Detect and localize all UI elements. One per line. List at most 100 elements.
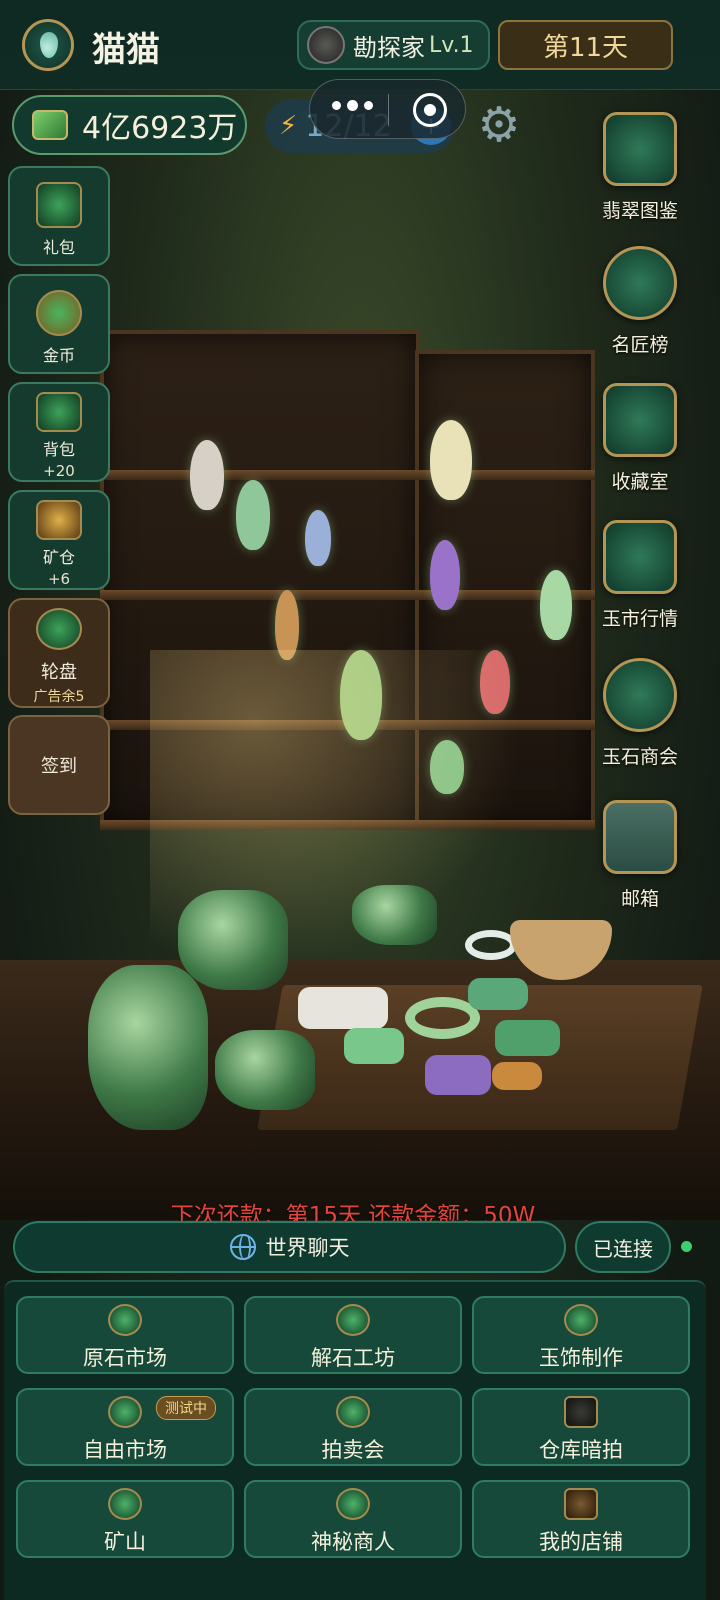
- mailbox-button[interactable]: 邮箱: [590, 800, 690, 911]
- roulette-ads-left: 广告余5: [33, 689, 85, 705]
- jade-carving: [344, 1028, 404, 1064]
- market-stall-icon: [108, 1396, 142, 1428]
- auction-gavel-icon: [336, 1396, 370, 1428]
- mailbox-label: 邮箱: [620, 888, 659, 910]
- my-shop-label: 我的店铺: [539, 1530, 623, 1554]
- mysterious-merchant-label: 神秘商人: [311, 1530, 395, 1554]
- rough-stone-market-button[interactable]: 原石市场: [16, 1296, 234, 1374]
- chart-scroll-icon: [603, 520, 677, 594]
- jade-pendant: [305, 510, 331, 566]
- collection-room-button[interactable]: 收藏室: [590, 383, 690, 494]
- backpack-button[interactable]: 背包 +20: [8, 382, 110, 482]
- coins-value: 4亿6923万: [82, 111, 238, 146]
- envelope-icon: [603, 800, 677, 874]
- my-shop-button[interactable]: 我的店铺: [472, 1480, 690, 1558]
- rank-badge[interactable]: 勘探家 Lv.1: [297, 20, 490, 70]
- capsule-divider: [388, 94, 389, 126]
- jade-carving: [492, 1062, 542, 1090]
- market-trends-button[interactable]: 玉市行情: [590, 520, 690, 631]
- mine-button[interactable]: 矿山: [16, 1480, 234, 1558]
- day-counter: 第11天: [498, 20, 673, 70]
- jade-crafting-label: 玉饰制作: [539, 1346, 623, 1370]
- jade-ornament-icon: [564, 1304, 598, 1336]
- gift-pack-button[interactable]: 礼包: [8, 166, 110, 266]
- jade-rough-stone: [88, 965, 208, 1130]
- warehouse-blind-auction-label: 仓库暗拍: [539, 1438, 623, 1462]
- jade-carving: [468, 978, 528, 1010]
- gear-icon[interactable]: ⚙: [474, 100, 524, 150]
- roulette-wheel-icon: [36, 608, 82, 650]
- jade-drop-icon: [40, 32, 58, 58]
- globe-icon: [229, 1234, 256, 1260]
- backpack-icon: [36, 392, 82, 432]
- rank-level: Lv.1: [429, 32, 474, 58]
- top-bar: 猫猫 勘探家 Lv.1 第11天: [0, 0, 720, 90]
- player-avatar[interactable]: [22, 19, 74, 71]
- world-chat-button[interactable]: 世界聊天: [13, 1221, 566, 1273]
- auction-label: 拍卖会: [321, 1438, 385, 1462]
- jade-coin-icon: [32, 110, 68, 140]
- stone-cutting-workshop-button[interactable]: 解石工坊: [244, 1296, 462, 1374]
- free-market-button[interactable]: 自由市场 测试中: [16, 1388, 234, 1466]
- jade-catalog-button[interactable]: 翡翠图鉴: [590, 112, 690, 223]
- mine-label: 矿山: [104, 1530, 146, 1554]
- rank-title: 勘探家: [353, 33, 425, 62]
- jade-carving: [425, 1055, 491, 1095]
- warehouse-blind-auction-button[interactable]: 仓库暗拍: [472, 1388, 690, 1466]
- shop-icon: [564, 1488, 598, 1520]
- jade-guild-label: 玉石商会: [601, 746, 678, 768]
- warehouse-crate-icon: [564, 1396, 598, 1428]
- coins-display[interactable]: 4亿6923万: [12, 95, 247, 155]
- jade-pendant: [540, 570, 572, 640]
- mine-storage-count: +6: [47, 570, 71, 588]
- trophy-icon: [603, 246, 677, 320]
- rough-stone-icon: [108, 1304, 142, 1336]
- collection-room-label: 收藏室: [611, 471, 669, 493]
- online-indicator: [681, 1241, 692, 1252]
- mine-storage-button[interactable]: 矿仓 +6: [8, 490, 110, 590]
- jade-carving: [495, 1020, 560, 1056]
- miniprogram-capsule: [309, 79, 466, 139]
- lightning-icon: ⚡: [279, 111, 298, 141]
- gold-coins-button[interactable]: 金币: [8, 274, 110, 374]
- book-icon: [603, 112, 677, 186]
- jade-bangle: [465, 930, 517, 960]
- market-trends-label: 玉市行情: [601, 608, 678, 630]
- shelf-board: [100, 590, 595, 600]
- player-name: 猫猫: [92, 30, 160, 70]
- jade-pendant: [430, 540, 460, 610]
- jade-crafting-button[interactable]: 玉饰制作: [472, 1296, 690, 1374]
- jade-rough-stone: [352, 885, 437, 945]
- gift-pack-label: 礼包: [42, 238, 75, 257]
- mysterious-merchant-button[interactable]: 神秘商人: [244, 1480, 462, 1558]
- testing-badge: 测试中: [156, 1396, 216, 1420]
- roulette-label: 轮盘: [41, 662, 77, 683]
- mine-ore-icon: [108, 1488, 142, 1520]
- auction-button[interactable]: 拍卖会: [244, 1388, 462, 1466]
- jade-rough-stone: [215, 1030, 315, 1110]
- cutting-tool-icon: [336, 1304, 370, 1336]
- backpack-label: 背包: [42, 440, 75, 459]
- rough-stone-market-label: 原石市场: [83, 1346, 167, 1370]
- stone-cutting-workshop-label: 解石工坊: [311, 1346, 395, 1370]
- merchant-icon: [336, 1488, 370, 1520]
- gold-coins-label: 金币: [42, 346, 75, 365]
- close-miniprogram-button[interactable]: [413, 93, 447, 127]
- treasure-chest-icon: [36, 182, 82, 228]
- backpack-count: +20: [43, 462, 75, 480]
- mine-storage-label: 矿仓: [42, 548, 75, 567]
- world-chat-label: 世界聊天: [265, 1236, 350, 1260]
- roulette-button[interactable]: 轮盘 广告余5: [8, 598, 110, 708]
- jade-guild-button[interactable]: 玉石商会: [590, 658, 690, 769]
- jade-pendant: [430, 420, 472, 500]
- gold-coin-icon: [36, 290, 82, 336]
- jade-carving: [298, 987, 388, 1029]
- more-options-button[interactable]: [332, 100, 373, 111]
- free-market-label: 自由市场: [83, 1438, 167, 1462]
- jade-pendant: [236, 480, 270, 550]
- master-ranking-button[interactable]: 名匠榜: [590, 246, 690, 357]
- sign-in-button[interactable]: 签到: [8, 715, 110, 815]
- connection-status[interactable]: 已连接: [575, 1221, 671, 1273]
- jade-catalog-label: 翡翠图鉴: [601, 200, 678, 222]
- display-case-icon: [603, 383, 677, 457]
